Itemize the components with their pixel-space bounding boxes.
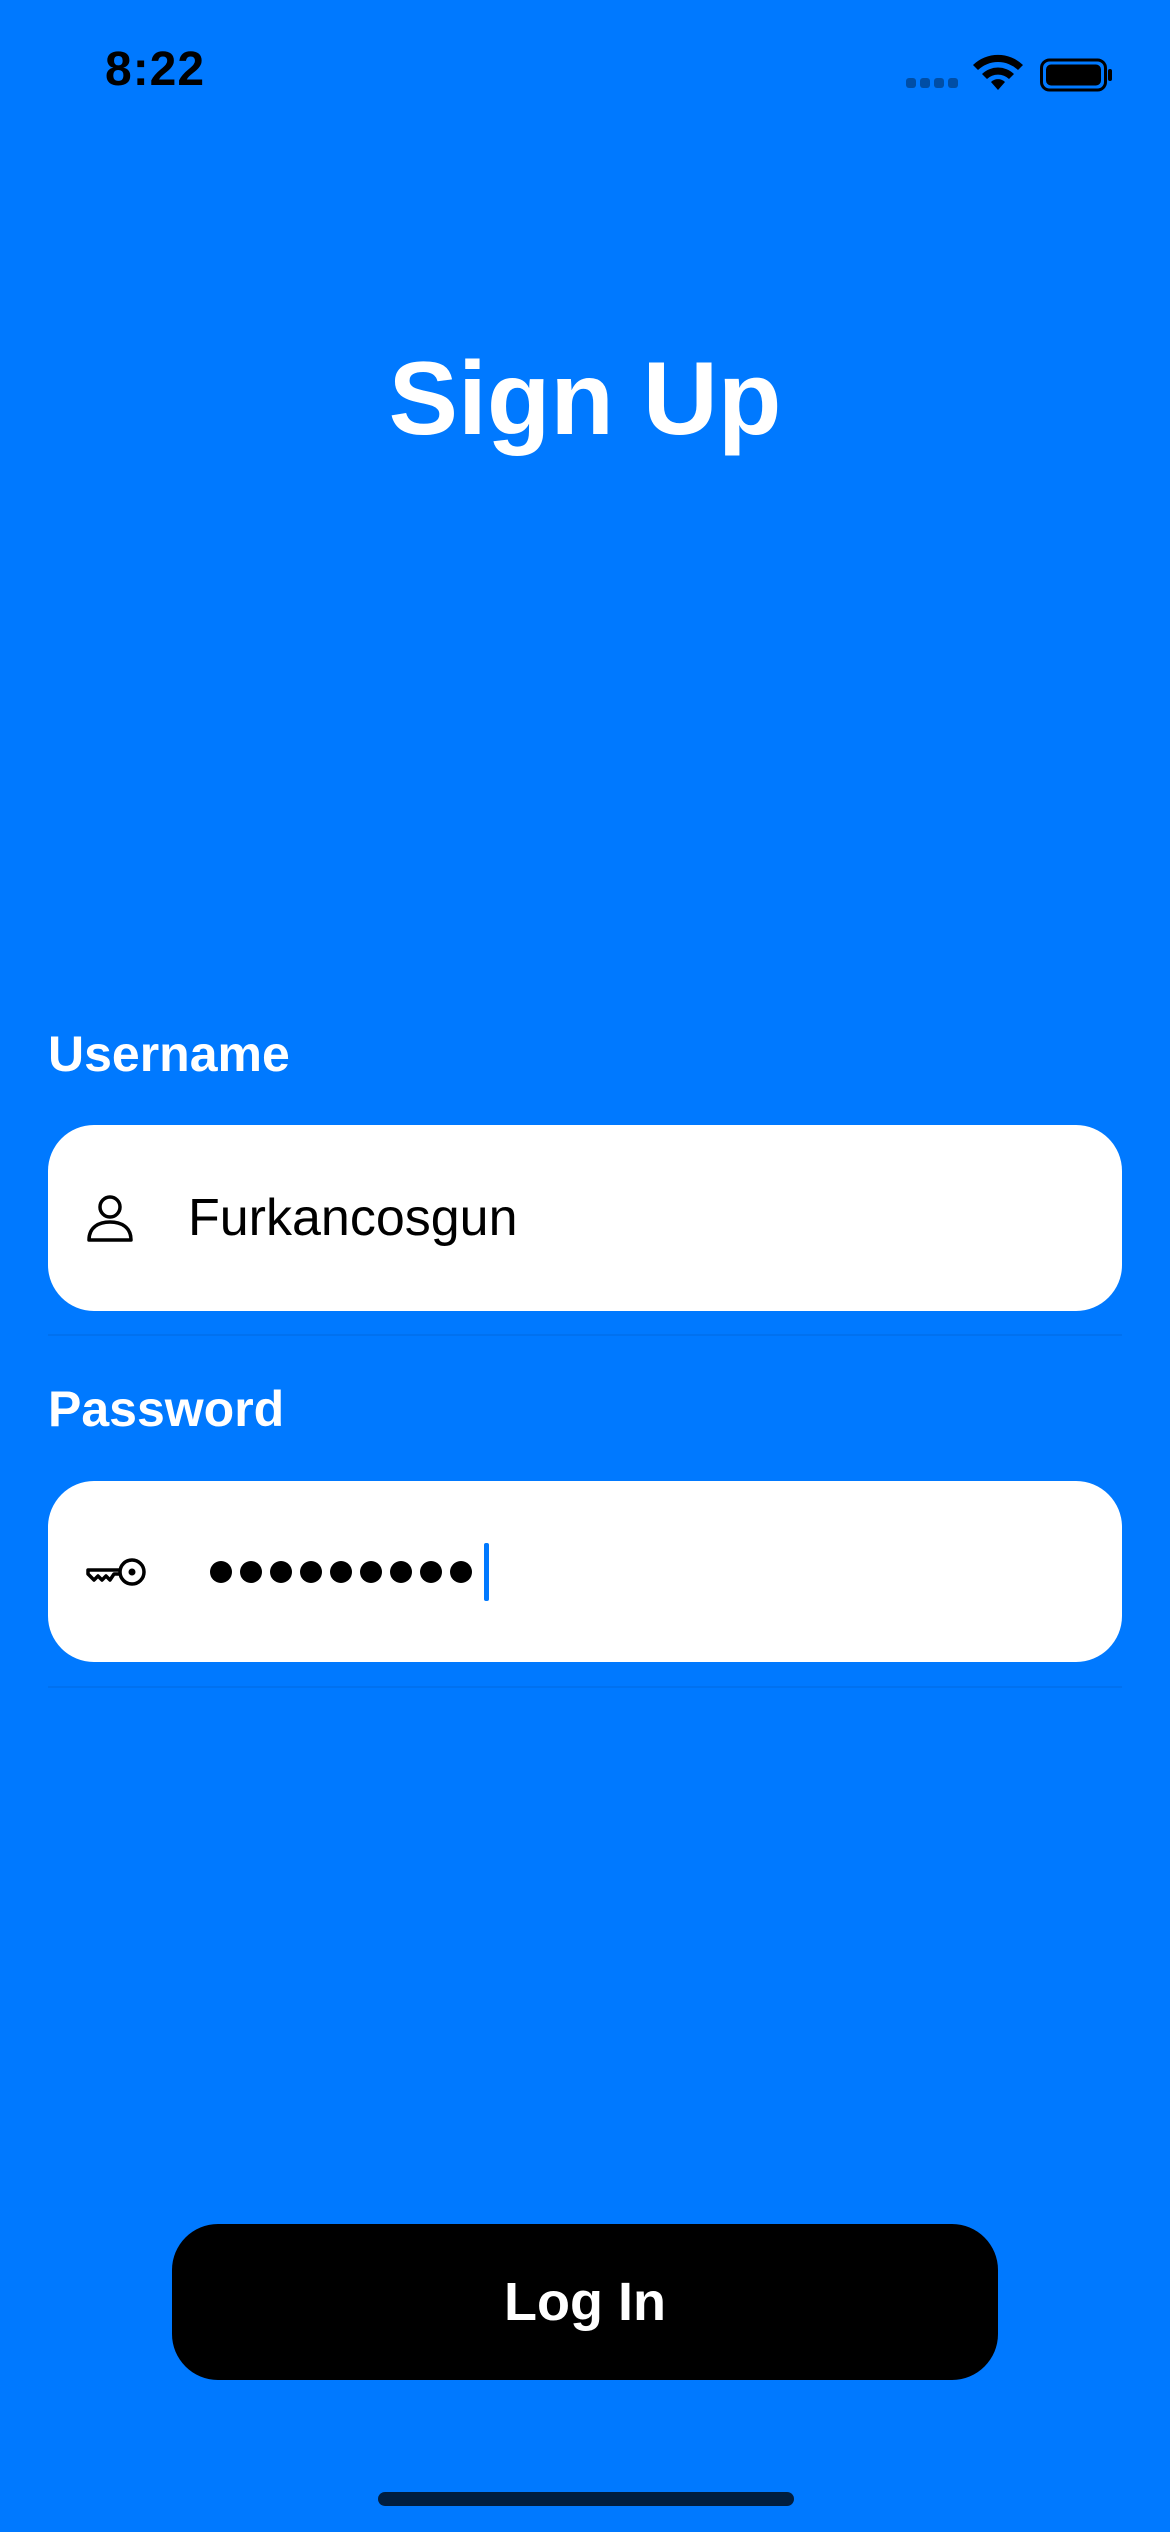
password-dot xyxy=(360,1560,382,1583)
password-dot xyxy=(210,1560,232,1583)
status-bar: 8:22 xyxy=(0,0,1170,150)
password-field[interactable] xyxy=(48,1481,1122,1662)
battery-icon xyxy=(1040,58,1112,92)
page-title: Sign Up xyxy=(388,341,782,457)
username-value: Furkancosgun xyxy=(188,1189,518,1247)
text-cursor xyxy=(484,1542,489,1601)
password-dot xyxy=(270,1560,292,1583)
password-divider xyxy=(48,1686,1122,1688)
username-field[interactable]: Furkancosgun xyxy=(48,1125,1122,1311)
password-dot xyxy=(390,1560,412,1583)
password-dot xyxy=(300,1560,322,1583)
cellular-signal-icon xyxy=(906,78,958,90)
password-label: Password xyxy=(48,1381,285,1437)
password-dot xyxy=(450,1560,472,1583)
password-dot xyxy=(240,1560,262,1583)
password-dot xyxy=(420,1560,442,1583)
login-button[interactable]: Log In xyxy=(172,2224,998,2380)
person-icon xyxy=(87,1195,133,1242)
username-label: Username xyxy=(48,1026,290,1082)
status-time: 8:22 xyxy=(105,43,206,96)
home-indicator[interactable] xyxy=(378,2492,794,2506)
key-icon xyxy=(86,1557,146,1586)
password-dot xyxy=(330,1560,352,1583)
username-divider xyxy=(48,1334,1122,1336)
wifi-icon xyxy=(973,54,1023,90)
password-masked-value xyxy=(210,1542,489,1601)
